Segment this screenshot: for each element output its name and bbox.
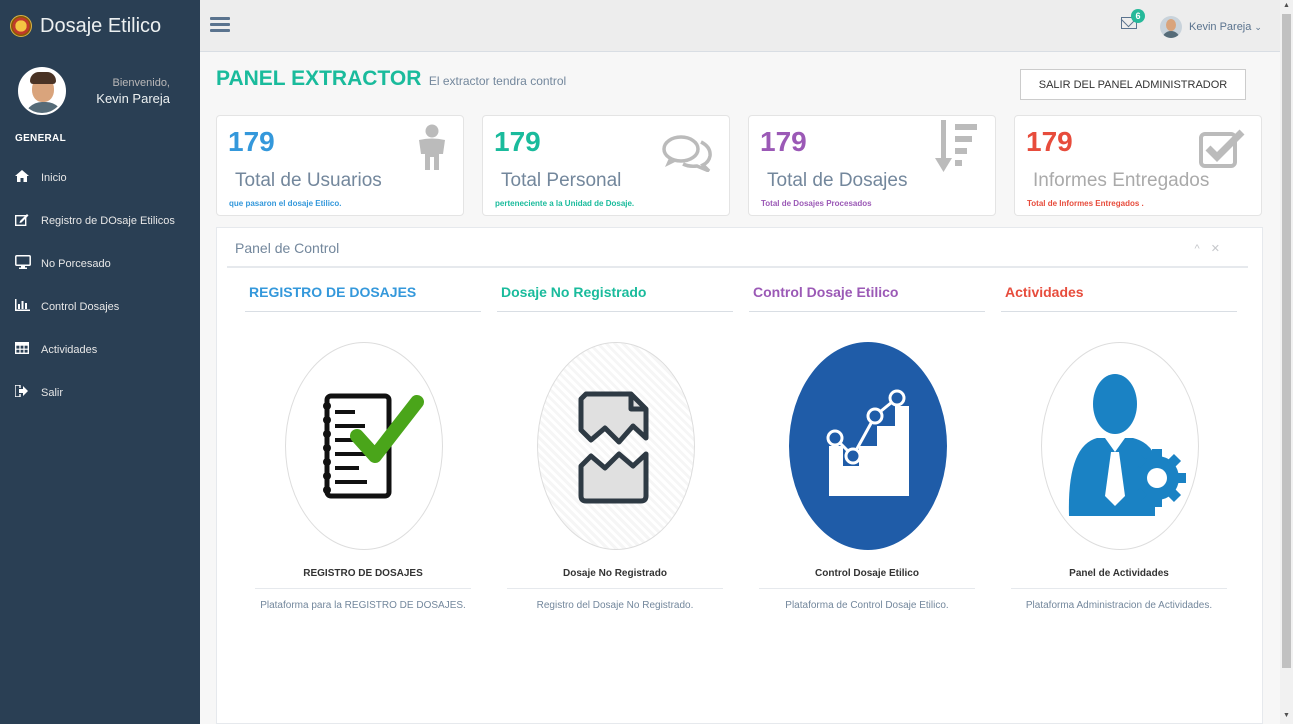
column-heading: Actividades <box>1001 284 1237 312</box>
column-caption: Panel de Actividades <box>1011 568 1227 589</box>
tile-informes: 179 Informes Entregados Total de Informe… <box>1014 115 1262 216</box>
tile-label: Total Personal <box>501 170 622 191</box>
collapse-chevron-up-icon[interactable]: ^ <box>1195 243 1200 255</box>
avatar <box>18 67 66 115</box>
tile-sub: que pasaron el dosaje Etilico. <box>229 199 342 208</box>
column-heading: Dosaje No Registrado <box>497 284 733 312</box>
scroll-up-icon[interactable]: ▲ <box>1283 2 1290 9</box>
stats-tiles: 179 Total de Usuarios que pasaron el dos… <box>216 115 1263 216</box>
column-description: Plataforma Administracion de Actividades… <box>1025 600 1213 611</box>
sidebar-item-salir[interactable]: Salir <box>0 371 200 414</box>
user-avatar <box>1160 16 1182 38</box>
page-title: PANEL EXTRACTOR El extractor tendra cont… <box>216 67 566 91</box>
tile-sub: Total de Informes Entregados . <box>1027 199 1144 208</box>
user-icon <box>417 124 447 175</box>
panel-tools: ^ ✕ <box>1187 242 1220 255</box>
sidebar-menu: Inicio Registro de DOsaje Etilicos No Po… <box>0 156 200 414</box>
tile-number: 179 <box>760 126 807 157</box>
sidebar: Dosaje Etilico Bienvenido, Kevin Pareja … <box>0 0 200 724</box>
sort-amount-icon <box>935 120 979 181</box>
panel-actividades-image[interactable] <box>1041 342 1199 550</box>
column-caption: Dosaje No Registrado <box>507 568 723 589</box>
scroll-down-icon[interactable]: ▼ <box>1283 712 1290 719</box>
comments-icon <box>661 134 713 177</box>
sidebar-item-actividades[interactable]: Actividades <box>0 328 200 371</box>
tile-label: Informes Entregados <box>1033 170 1210 191</box>
scrollbar-thumb[interactable] <box>1282 14 1291 668</box>
panel-column-no-registrado: Dosaje No Registrado Dosaje No Registrad… <box>497 284 733 704</box>
sidebar-item-label: Control Dosajes <box>41 300 120 313</box>
user-name: Kevin Pareja <box>1189 21 1252 33</box>
top-navbar: 6 Kevin Pareja ⌄ <box>200 0 1280 52</box>
sidebar-section-title: GENERAL <box>15 133 66 144</box>
tile-number: 179 <box>1026 126 1073 157</box>
close-icon[interactable]: ✕ <box>1211 243 1220 255</box>
exit-admin-button[interactable]: SALIR DEL PANEL ADMINISTRADOR <box>1020 69 1246 100</box>
home-icon <box>15 170 41 185</box>
brand-logo-icon <box>10 15 32 37</box>
bar-chart-icon <box>15 299 41 314</box>
user-menu[interactable]: Kevin Pareja ⌄ <box>1160 16 1262 38</box>
profile-name: Kevin Pareja <box>96 90 170 106</box>
sidebar-item-label: Actividades <box>41 343 98 356</box>
messages-badge: 6 <box>1131 9 1145 23</box>
sidebar-item-registro[interactable]: Registro de DOsaje Etilicos <box>0 199 200 242</box>
brand-title: Dosaje Etilico <box>40 14 162 37</box>
tile-number: 179 <box>494 126 541 157</box>
tile-label: Total de Dosajes <box>767 170 908 191</box>
tile-dosajes: 179 Total de Dosajes Total de Dosajes Pr… <box>748 115 996 216</box>
column-description: Plataforma para la REGISTRO DE DOSAJES. <box>260 600 466 611</box>
page-scrollbar[interactable]: ▲ ▼ <box>1280 0 1293 724</box>
tile-sub: perteneciente a la Unidad de Dosaje. <box>495 199 635 208</box>
panel-title: Panel de Control <box>235 240 340 256</box>
sidebar-item-control-dosajes[interactable]: Control Dosajes <box>0 285 200 328</box>
sidebar-item-label: No Porcesado <box>41 257 111 270</box>
messages-button[interactable]: 6 <box>1121 9 1145 29</box>
tile-personal: 179 Total Personal perteneciente a la Un… <box>482 115 730 216</box>
column-caption: REGISTRO DE DOSAJES <box>255 568 471 589</box>
sidebar-item-label: Inicio <box>41 171 67 184</box>
main-content: PANEL EXTRACTOR El extractor tendra cont… <box>200 53 1280 724</box>
control-panel: Panel de Control ^ ✕ REGISTRO DE DOSAJES… <box>216 227 1263 724</box>
panel-column-actividades: Actividades Panel de Actividades Platafo… <box>1001 284 1237 704</box>
brand[interactable]: Dosaje Etilico <box>0 0 200 52</box>
edit-icon <box>14 213 41 229</box>
sign-out-icon <box>14 384 41 400</box>
page-subtitle: El extractor tendra control <box>428 74 567 88</box>
chevron-down-icon: ⌄ <box>1254 21 1262 32</box>
column-heading: Control Dosaje Etilico <box>749 284 985 312</box>
panel-column-control: Control Dosaje Etilico Control Dosaje Et… <box>749 284 985 704</box>
tile-number: 179 <box>228 126 275 157</box>
registro-dosajes-image[interactable] <box>285 342 443 550</box>
column-caption: Control Dosaje Etilico <box>759 568 975 589</box>
tile-label: Total de Usuarios <box>235 170 382 191</box>
panel-column-registro: REGISTRO DE DOSAJES REGISTRO DE DOSAJES … <box>245 284 481 704</box>
column-description: Registro del Dosaje No Registrado. <box>536 600 694 611</box>
welcome-text: Bienvenido, <box>112 76 171 89</box>
column-description: Plataforma de Control Dosaje Etilico. <box>785 600 949 611</box>
profile: Bienvenido, Kevin Pareja <box>0 52 200 125</box>
page-title-main: PANEL EXTRACTOR <box>216 67 422 90</box>
sidebar-item-inicio[interactable]: Inicio <box>0 156 200 199</box>
check-square-icon <box>1199 128 1245 173</box>
tile-usuarios: 179 Total de Usuarios que pasaron el dos… <box>216 115 464 216</box>
tile-sub: Total de Dosajes Procesados <box>761 199 872 208</box>
desktop-icon <box>15 255 41 272</box>
column-heading: REGISTRO DE DOSAJES <box>245 284 481 312</box>
control-dosaje-image[interactable] <box>789 342 947 550</box>
menu-toggle-icon[interactable] <box>210 17 230 35</box>
sidebar-item-label: Registro de DOsaje Etilicos <box>41 214 175 227</box>
table-icon <box>14 341 41 357</box>
dosaje-no-registrado-image[interactable] <box>537 342 695 550</box>
sidebar-item-label: Salir <box>41 386 64 399</box>
sidebar-item-no-procesado[interactable]: No Porcesado <box>0 242 200 285</box>
